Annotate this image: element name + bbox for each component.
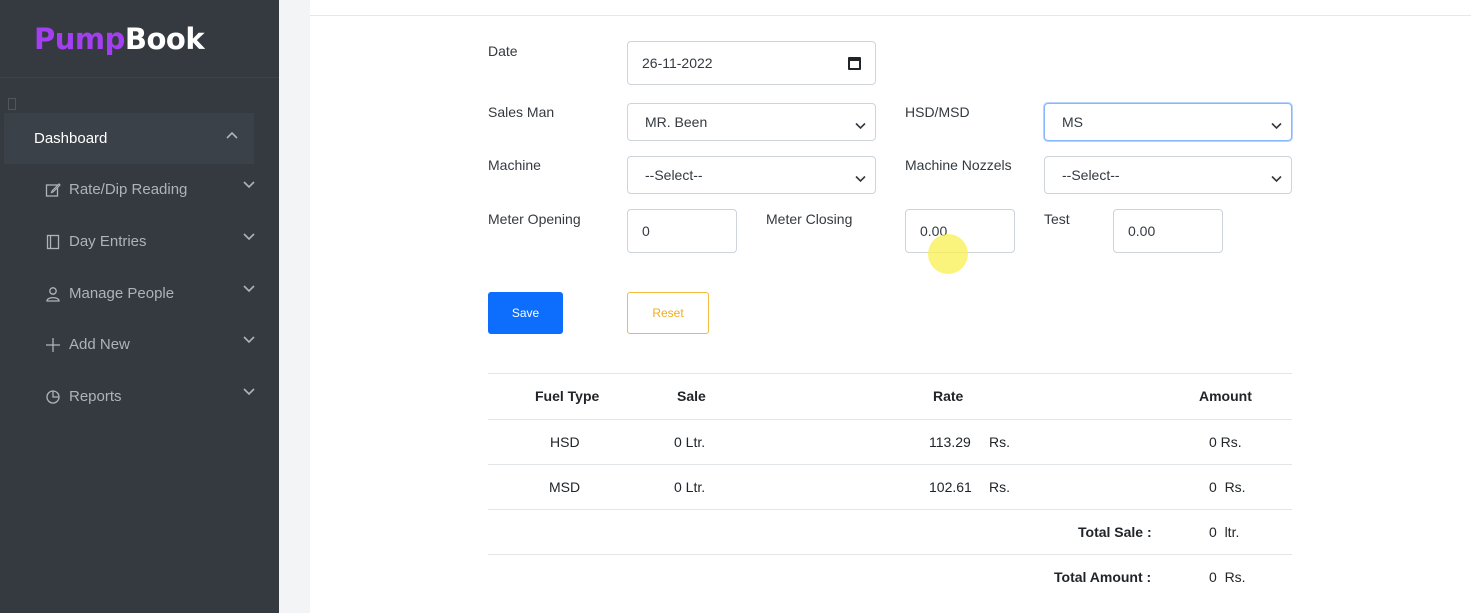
- cell-rate-unit: Rs.: [989, 434, 1010, 450]
- chevron-down-icon: [855, 170, 866, 186]
- sidebar-item-dashboard[interactable]: Dashboard: [4, 113, 254, 164]
- cell-sale: 0 Ltr.: [674, 434, 706, 450]
- test-label: Test: [1044, 211, 1070, 227]
- sidebar-item-label: Add New: [69, 336, 130, 353]
- date-value: 26-11-2022: [642, 55, 713, 71]
- sidebar-item-label: Day Entries: [69, 233, 147, 250]
- calendar-icon[interactable]: [848, 57, 861, 70]
- total-sale-value: 0 ltr.: [1209, 524, 1240, 540]
- cell-rate: 102.61: [929, 479, 972, 495]
- reset-button[interactable]: Reset: [627, 292, 709, 334]
- total-amount-label: Total Amount :: [1054, 569, 1152, 585]
- header-fuel-type: Fuel Type: [535, 388, 600, 404]
- brand-logo: PumpBook: [34, 21, 205, 56]
- sidebar-item-day-entries[interactable]: Day Entries: [0, 216, 279, 267]
- meter-opening-value: 0: [642, 223, 650, 239]
- table-divider: [488, 464, 1292, 465]
- sidebar-item-add-new[interactable]: Add New: [0, 319, 279, 370]
- table-divider: [488, 373, 1292, 374]
- machine-label: Machine: [488, 157, 541, 173]
- sidebar-item-label: Rate/Dip Reading: [69, 181, 188, 198]
- chevron-down-icon: [1271, 170, 1282, 186]
- cell-rate-unit: Rs.: [989, 479, 1010, 495]
- chevron-down-icon: [243, 181, 255, 189]
- chevron-down-icon: [243, 388, 255, 396]
- chevron-down-icon: [243, 336, 255, 344]
- sidebar-item-manage-people[interactable]: Manage People: [0, 268, 279, 319]
- edit-icon: [44, 181, 62, 199]
- total-amount-value: 0 Rs.: [1209, 569, 1246, 585]
- meter-opening-input[interactable]: 0: [627, 209, 737, 253]
- test-input[interactable]: 0.00: [1113, 209, 1223, 253]
- total-sale-label: Total Sale :: [1078, 524, 1152, 540]
- chevron-up-icon: [226, 131, 238, 139]
- header-sale: Sale: [677, 388, 706, 404]
- salesman-label: Sales Man: [488, 104, 555, 120]
- meter-opening-label: Meter Opening: [488, 211, 581, 227]
- cell-amount: 0 Rs.: [1209, 434, 1242, 450]
- table-divider: [488, 554, 1292, 555]
- chevron-down-icon: [1271, 117, 1282, 133]
- person-icon: [44, 285, 62, 303]
- machine-nozzles-value: --Select--: [1062, 167, 1120, 183]
- plus-icon: [44, 336, 62, 354]
- save-button[interactable]: Save: [488, 292, 563, 334]
- test-value: 0.00: [1128, 223, 1156, 239]
- cell-fuel-type: HSD: [550, 434, 580, 450]
- divider: [310, 15, 1471, 16]
- header-rate: Rate: [933, 388, 964, 404]
- cell-rate: 113.29: [929, 434, 971, 450]
- machine-value: --Select--: [645, 167, 703, 183]
- date-label: Date: [488, 43, 518, 59]
- date-input[interactable]: 26-11-2022: [627, 41, 876, 85]
- table-divider: [488, 509, 1292, 510]
- cell-fuel-type: MSD: [549, 479, 581, 495]
- chevron-down-icon: [855, 117, 866, 133]
- cursor-highlight: [928, 234, 968, 274]
- brand[interactable]: PumpBook: [0, 0, 279, 78]
- table-divider: [488, 419, 1292, 420]
- salesman-select[interactable]: MR. Been: [627, 103, 876, 141]
- sidebar-item-rate-dip-reading[interactable]: Rate/Dip Reading: [0, 164, 279, 215]
- sidebar-item-label: Reports: [69, 388, 122, 405]
- salesman-value: MR. Been: [645, 114, 708, 130]
- meter-closing-label: Meter Closing: [766, 211, 853, 227]
- machine-nozzles-label: Machine Nozzels: [905, 157, 1012, 173]
- hsd-msd-select[interactable]: MS: [1044, 103, 1292, 141]
- machine-nozzles-select[interactable]: --Select--: [1044, 156, 1292, 194]
- sidebar-item-label: Manage People: [69, 285, 175, 302]
- sidebar-toggle-icon[interactable]: [8, 98, 16, 110]
- cell-amount: 0 Rs.: [1209, 479, 1246, 495]
- header-amount: Amount: [1199, 388, 1252, 404]
- chevron-down-icon: [243, 233, 255, 241]
- chevron-down-icon: [243, 285, 255, 293]
- hsd-msd-value: MS: [1062, 114, 1083, 130]
- pie-chart-icon: [44, 388, 62, 406]
- main-content: Date 26-11-2022 Sales Man MR. Been HSD/M…: [310, 0, 1471, 613]
- sidebar: PumpBook Dashboard Rate/Dip Reading Day …: [0, 0, 279, 613]
- sidebar-item-reports[interactable]: Reports: [0, 371, 279, 422]
- hsd-msd-label: HSD/MSD: [905, 104, 970, 120]
- sidebar-item-label: Dashboard: [34, 130, 108, 147]
- book-icon: [44, 233, 62, 251]
- machine-select[interactable]: --Select--: [627, 156, 876, 194]
- cell-sale: 0 Ltr.: [674, 479, 706, 495]
